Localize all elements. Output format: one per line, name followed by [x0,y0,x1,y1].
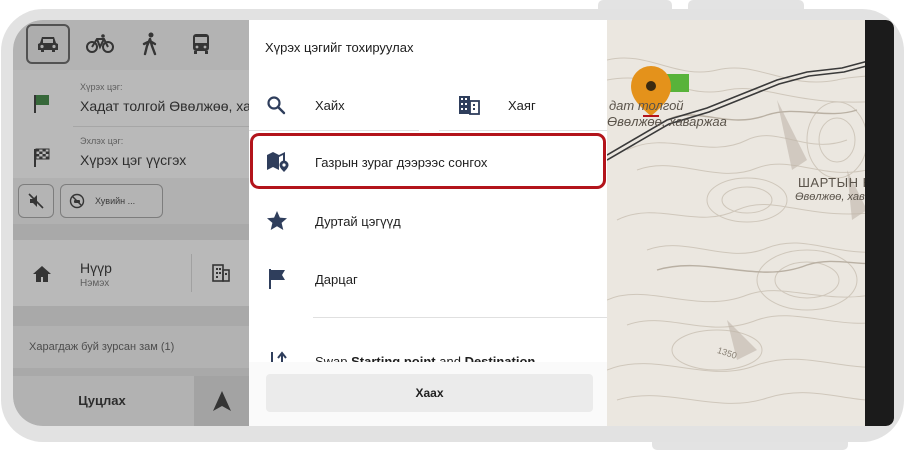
favorites-option[interactable]: Дуртай цэгүүд [249,194,607,250]
map-contours [607,57,894,404]
flag-icon [269,269,285,289]
favorites-label: Дуртай цэгүүд [315,214,401,229]
map-place-label: дат толгой [609,98,684,113]
sheet-footer: Хаах [249,362,607,426]
map-place-label-2: ШАРТЫН Н [798,175,873,190]
phone-screen: дат толгой Өвөлжөө, хаваржаа ШАРТЫН Н Өв… [13,20,894,426]
search-icon [267,96,286,115]
map-place-sublabel-2: Өвөлжөө, хав [795,191,865,203]
search-underline [249,130,419,131]
search-option[interactable]: Хайх [249,79,419,131]
markers-label: Дарцаг [315,272,358,287]
close-button[interactable]: Хаах [266,374,593,412]
map-view[interactable]: дат толгой Өвөлжөө, хаваржаа ШАРТЫН Н Өв… [607,20,894,426]
route-planner-panel: Хүрэх цэг: Хадат толгой Өвөлжөө, хаваржа… [13,20,299,426]
building-icon [459,96,480,115]
address-option-label: Хаяг [508,98,536,113]
address-option[interactable]: Хаяг [439,79,607,131]
set-destination-sheet: Хүрэх цэгийг тохируулах Хайх Хаяг Газрын… [249,20,607,426]
highlight-box [250,133,606,189]
map-place-sublabel: Өвөлжөө, хаваржаа [607,114,727,129]
phone-notch [865,20,894,426]
address-underline [439,130,607,131]
sheet-title: Хүрэх цэгийг тохируулах [265,40,414,55]
modal-dim-overlay[interactable] [13,20,249,426]
markers-option[interactable]: Дарцаг [249,252,607,308]
markers-divider [313,317,607,318]
search-option-label: Хайх [315,98,345,113]
star-icon [267,211,287,230]
